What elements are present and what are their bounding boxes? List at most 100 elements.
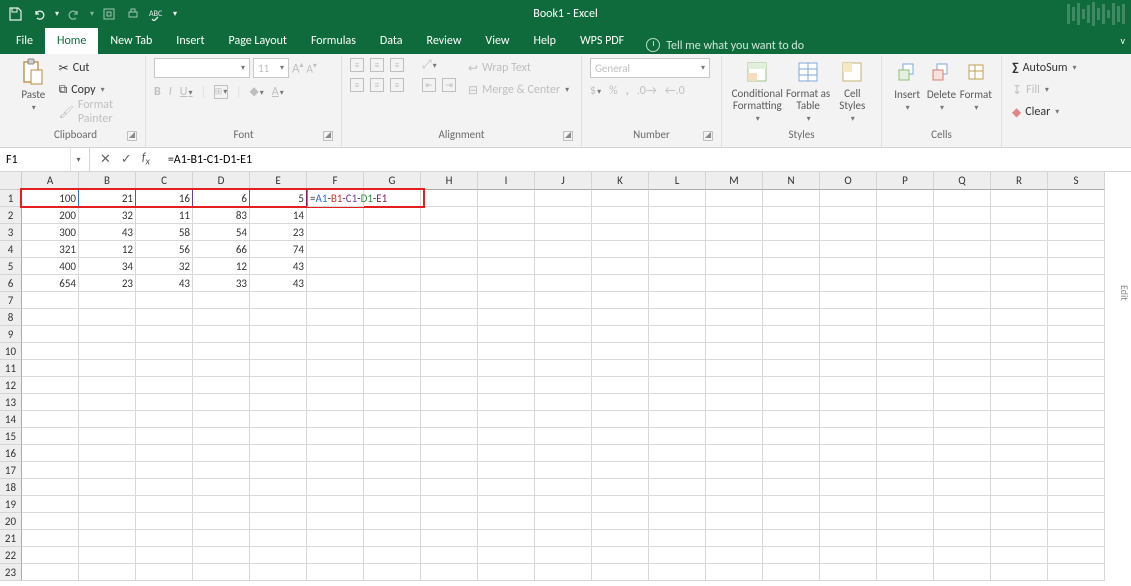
- cell[interactable]: [136, 394, 193, 411]
- cell[interactable]: [592, 207, 649, 224]
- cell[interactable]: [79, 547, 136, 564]
- cell[interactable]: [307, 377, 364, 394]
- cell[interactable]: [1048, 241, 1105, 258]
- cell[interactable]: [1048, 343, 1105, 360]
- cell[interactable]: [934, 224, 991, 241]
- cell[interactable]: [877, 462, 934, 479]
- cell[interactable]: [820, 326, 877, 343]
- cell[interactable]: [535, 241, 592, 258]
- cell[interactable]: [478, 377, 535, 394]
- cell[interactable]: [820, 462, 877, 479]
- cell[interactable]: 74: [250, 241, 307, 258]
- cell[interactable]: [592, 343, 649, 360]
- cell[interactable]: [592, 377, 649, 394]
- cell[interactable]: [649, 394, 706, 411]
- cell[interactable]: [991, 275, 1048, 292]
- cell[interactable]: [592, 479, 649, 496]
- cell[interactable]: [763, 224, 820, 241]
- cell[interactable]: 56: [136, 241, 193, 258]
- cell[interactable]: [421, 309, 478, 326]
- cell[interactable]: [307, 343, 364, 360]
- cell[interactable]: [820, 377, 877, 394]
- row-header[interactable]: 11: [0, 360, 22, 377]
- cell[interactable]: [421, 377, 478, 394]
- cell[interactable]: [136, 462, 193, 479]
- cell[interactable]: [934, 513, 991, 530]
- cell[interactable]: [934, 445, 991, 462]
- cell[interactable]: [991, 224, 1048, 241]
- cell[interactable]: [877, 258, 934, 275]
- column-header[interactable]: P: [877, 172, 934, 190]
- cell[interactable]: [250, 445, 307, 462]
- row-header[interactable]: 8: [0, 309, 22, 326]
- cell[interactable]: [79, 479, 136, 496]
- column-header[interactable]: C: [136, 172, 193, 190]
- cell[interactable]: 32: [79, 207, 136, 224]
- font-size-combo[interactable]: 11▾: [253, 58, 289, 78]
- cell[interactable]: 43: [250, 258, 307, 275]
- row-header[interactable]: 3: [0, 224, 22, 241]
- cell[interactable]: 21: [79, 190, 136, 207]
- cell[interactable]: [1048, 513, 1105, 530]
- cell[interactable]: 300: [22, 224, 79, 241]
- cell[interactable]: [79, 292, 136, 309]
- cell[interactable]: [535, 462, 592, 479]
- cell[interactable]: 58: [136, 224, 193, 241]
- cell[interactable]: [820, 547, 877, 564]
- undo-dropdown[interactable]: ▾: [55, 9, 59, 19]
- inc-decimal-icon[interactable]: .0→: [637, 84, 657, 98]
- cell[interactable]: [706, 224, 763, 241]
- cell[interactable]: [820, 411, 877, 428]
- cell[interactable]: [22, 564, 79, 581]
- cell[interactable]: [79, 377, 136, 394]
- cell[interactable]: [592, 224, 649, 241]
- cell[interactable]: [877, 275, 934, 292]
- cell[interactable]: [763, 479, 820, 496]
- cell[interactable]: [877, 292, 934, 309]
- cell[interactable]: [991, 292, 1048, 309]
- column-header[interactable]: H: [421, 172, 478, 190]
- save-icon[interactable]: [6, 5, 24, 23]
- cell[interactable]: [478, 428, 535, 445]
- cell[interactable]: [22, 377, 79, 394]
- cell[interactable]: [706, 207, 763, 224]
- cell[interactable]: [934, 496, 991, 513]
- cell[interactable]: [934, 360, 991, 377]
- cell[interactable]: [22, 309, 79, 326]
- cell[interactable]: [421, 241, 478, 258]
- cell[interactable]: [592, 496, 649, 513]
- format-cells-button[interactable]: Format▾: [959, 58, 993, 113]
- cell[interactable]: =A1-B1-C1-D1-E1: [307, 190, 364, 207]
- cell[interactable]: [307, 530, 364, 547]
- cell[interactable]: [934, 394, 991, 411]
- undo-icon[interactable]: [30, 5, 48, 23]
- cell[interactable]: [136, 479, 193, 496]
- cell[interactable]: [820, 309, 877, 326]
- row-header[interactable]: 4: [0, 241, 22, 258]
- copy-button[interactable]: ⧉Copy▾: [57, 80, 137, 100]
- cell[interactable]: [820, 513, 877, 530]
- cell[interactable]: [421, 428, 478, 445]
- cell[interactable]: [1048, 479, 1105, 496]
- cell[interactable]: [478, 462, 535, 479]
- cell[interactable]: [649, 207, 706, 224]
- cell[interactable]: [1048, 326, 1105, 343]
- comma-icon[interactable]: ,: [626, 84, 629, 98]
- cell[interactable]: [763, 207, 820, 224]
- fx-icon[interactable]: fx: [142, 151, 150, 167]
- cell[interactable]: [706, 496, 763, 513]
- formula-bar-input[interactable]: [168, 153, 1131, 167]
- cell[interactable]: [1048, 564, 1105, 581]
- cell[interactable]: [592, 428, 649, 445]
- cell[interactable]: [763, 258, 820, 275]
- cell[interactable]: [535, 360, 592, 377]
- select-all-corner[interactable]: [0, 172, 22, 190]
- cell[interactable]: [877, 360, 934, 377]
- cell[interactable]: [307, 241, 364, 258]
- cell[interactable]: [535, 479, 592, 496]
- cell[interactable]: [877, 428, 934, 445]
- cell[interactable]: [934, 207, 991, 224]
- cell[interactable]: [421, 275, 478, 292]
- cell[interactable]: [763, 326, 820, 343]
- cell[interactable]: [364, 496, 421, 513]
